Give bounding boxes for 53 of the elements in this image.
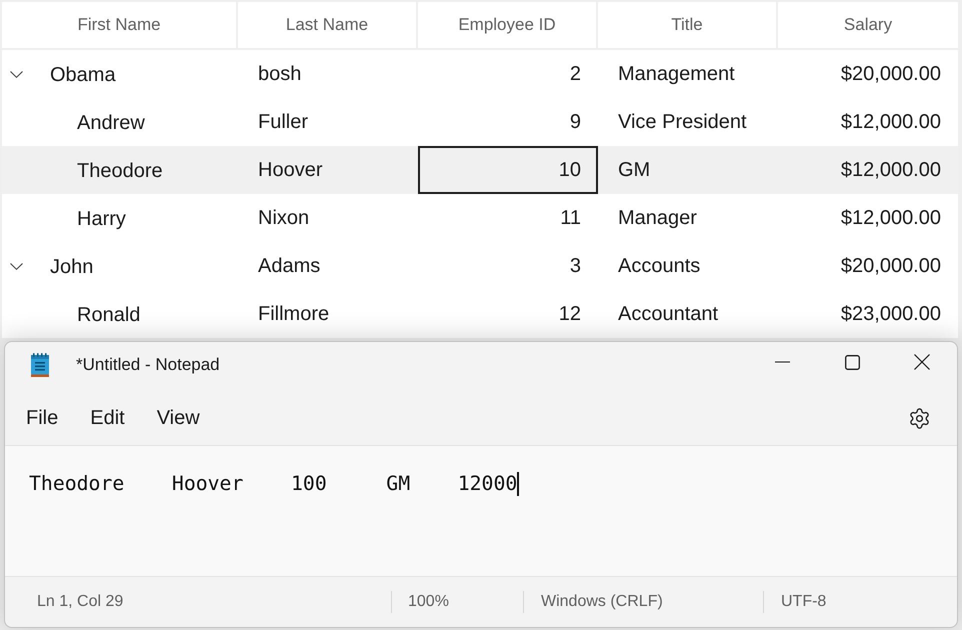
tree-node-text: John: [50, 254, 94, 278]
column-header[interactable]: Title: [598, 2, 778, 48]
table-row[interactable]: Theodore Hoover 10 GM $12,000.00: [2, 146, 958, 194]
table-cell: 10: [418, 146, 598, 194]
table-cell-text: 9: [568, 110, 582, 134]
table-cell-text: $12,000.00: [840, 158, 942, 182]
settings-icon: [908, 407, 930, 430]
window-title: *Untitled - Notepad: [76, 355, 221, 375]
table-cell-text: $12,000.00: [840, 110, 942, 134]
table-cell-text: Accountant: [617, 302, 720, 326]
tree-node-text: Harry: [77, 206, 126, 230]
tree-node-text: Andrew: [77, 110, 145, 134]
maximize-icon: [844, 354, 860, 370]
table-cell-text: GM: [617, 158, 652, 182]
menu-item[interactable]: View: [144, 401, 212, 436]
table-cell-text: $20,000.00: [840, 62, 942, 86]
table-cell-text: Vice President: [617, 110, 748, 134]
table-cell-text: Adams: [257, 254, 322, 278]
column-header[interactable]: Last Name: [238, 2, 418, 48]
tree-node-text: Ronald: [77, 302, 140, 326]
status-text: 100%: [408, 593, 449, 611]
table-cell-text: 3: [568, 254, 582, 278]
table-cell-text: Accounts: [617, 254, 702, 278]
chevron-down-icon[interactable]: [10, 262, 23, 270]
table-cell-text: $12,000.00: [840, 206, 942, 230]
table-cell-text: bosh: [257, 62, 302, 86]
column-header[interactable]: First Name: [2, 2, 238, 48]
table-cell-text: $23,000.00: [840, 302, 942, 326]
tree-node-text: Theodore: [77, 158, 163, 182]
status-text: UTF-8: [781, 593, 826, 611]
table-cell-text: Hoover: [257, 158, 324, 182]
table-cell-text: Management: [617, 62, 736, 86]
table-cell-text: Nixon: [257, 206, 310, 230]
tree-node-text: Obama: [50, 62, 116, 86]
status-text: Ln 1, Col 29: [37, 593, 124, 611]
menu-item[interactable]: File: [14, 401, 70, 436]
table-cell-text: Fillmore: [257, 302, 330, 326]
minimize-icon: [774, 361, 790, 363]
table-cell-text: Fuller: [257, 110, 310, 134]
chevron-down-icon[interactable]: [10, 70, 23, 78]
column-header[interactable]: Salary: [778, 2, 958, 48]
text-editor[interactable]: Theodore Hoover 100 GM 12000: [5, 446, 957, 576]
column-header[interactable]: Employee ID: [418, 2, 598, 48]
table-cell-text: $20,000.00: [840, 254, 942, 278]
menu-item[interactable]: Edit: [78, 401, 137, 436]
notepad-icon: [30, 352, 50, 378]
status-text: Windows (CRLF): [541, 593, 663, 611]
table-cell-text: 11: [559, 206, 582, 230]
table-cell-text: Manager: [617, 206, 698, 230]
text-cursor-icon: [517, 472, 519, 496]
table-cell-text: 12: [558, 302, 582, 326]
table-cell-text: 2: [568, 62, 582, 86]
close-icon: [914, 354, 930, 370]
